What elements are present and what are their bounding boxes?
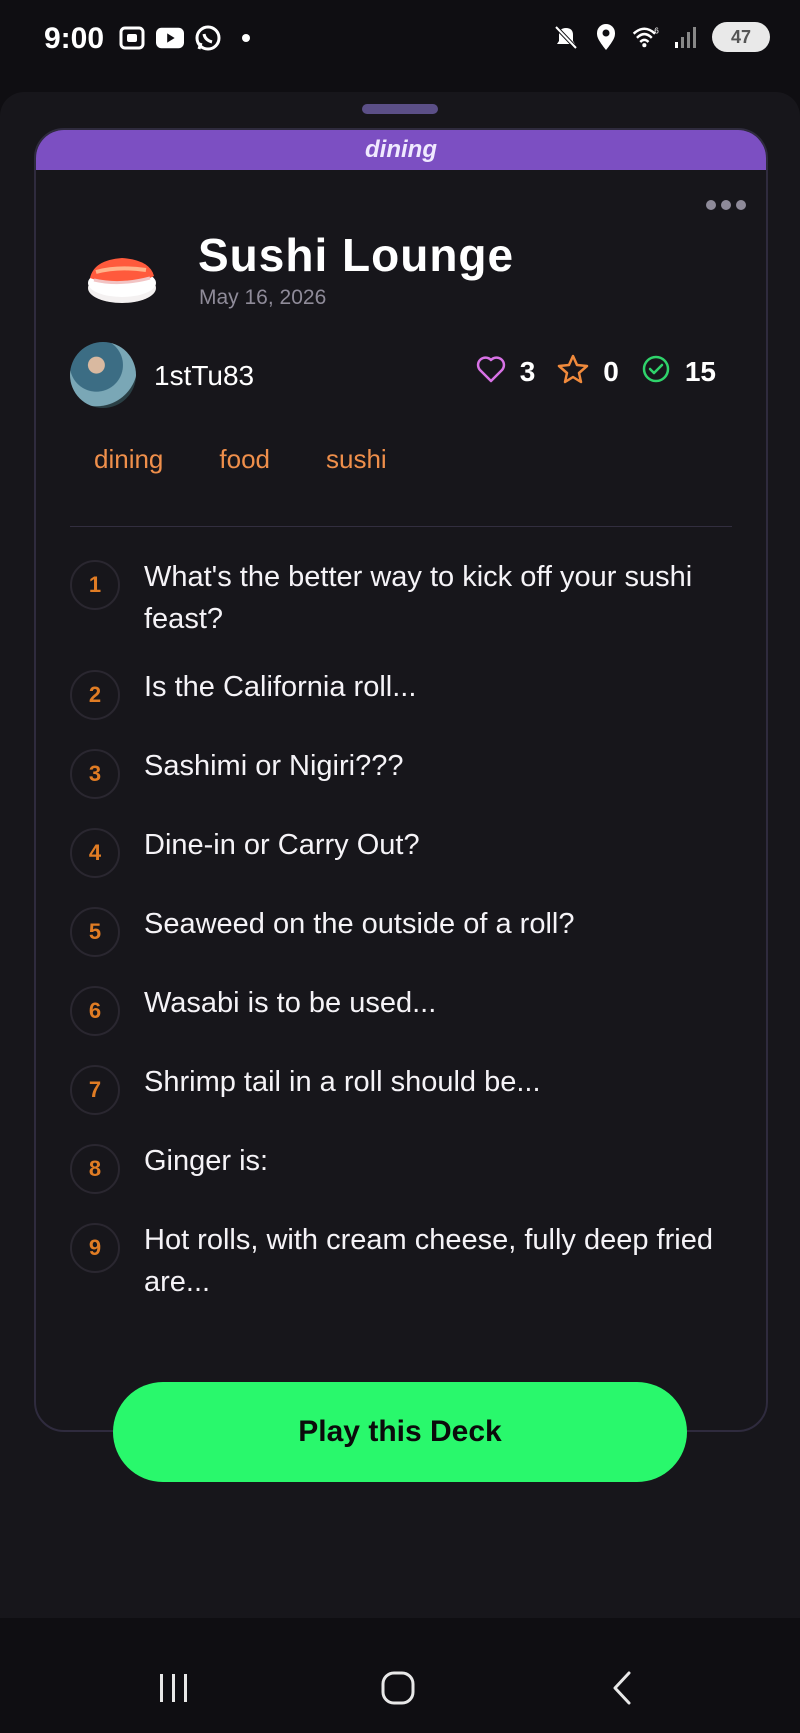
tag-sushi[interactable]: sushi bbox=[326, 444, 387, 475]
battery-icon: 47 bbox=[712, 22, 770, 52]
list-item[interactable]: 2 Is the California roll... bbox=[70, 666, 714, 720]
question-text: Ginger is: bbox=[144, 1145, 269, 1177]
more-options-icon[interactable] bbox=[706, 200, 746, 210]
svg-text:6: 6 bbox=[654, 27, 659, 36]
list-item[interactable]: 9 Hot rolls, with cream cheese, fully de… bbox=[70, 1219, 714, 1303]
navigation-bar bbox=[0, 1618, 800, 1733]
list-item[interactable]: 6 Wasabi is to be used... bbox=[70, 982, 714, 1036]
question-text: What's the better way to kick off your s… bbox=[144, 561, 693, 635]
divider bbox=[70, 526, 732, 527]
dot-icon bbox=[232, 24, 260, 52]
question-text: Wasabi is to be used... bbox=[144, 987, 437, 1019]
question-text: Seaweed on the outside of a roll? bbox=[144, 908, 575, 940]
deck-card: dining Sushi Lounge May 16, 2026 1stTu83… bbox=[34, 128, 768, 1432]
likes-stat[interactable]: 3 bbox=[476, 355, 536, 388]
heart-icon bbox=[476, 355, 506, 388]
mute-icon bbox=[552, 23, 580, 51]
question-text: Hot rolls, with cream cheese, fully deep… bbox=[144, 1224, 713, 1298]
avatar[interactable] bbox=[70, 342, 136, 408]
status-bar: 9:00 6 47 bbox=[0, 0, 800, 86]
completed-stat[interactable]: 15 bbox=[641, 354, 716, 389]
question-text: Sashimi or Nigiri??? bbox=[144, 750, 404, 782]
question-number: 1 bbox=[70, 560, 120, 610]
drag-handle[interactable] bbox=[362, 104, 438, 114]
list-item[interactable]: 4 Dine-in or Carry Out? bbox=[70, 824, 714, 878]
tag-food[interactable]: food bbox=[219, 444, 270, 475]
tag-dining[interactable]: dining bbox=[94, 444, 163, 475]
stars-count: 0 bbox=[603, 355, 619, 387]
status-right-icons: 6 47 bbox=[552, 22, 770, 52]
question-number: 6 bbox=[70, 986, 120, 1036]
author-name[interactable]: 1stTu83 bbox=[154, 360, 254, 392]
play-deck-button[interactable]: Play this Deck bbox=[113, 1382, 687, 1482]
sushi-icon bbox=[80, 236, 164, 308]
question-number: 5 bbox=[70, 907, 120, 957]
recent-apps-icon[interactable] bbox=[150, 1668, 198, 1708]
deck-stats: 3 0 15 bbox=[464, 354, 716, 389]
wifi-icon: 6 bbox=[632, 23, 660, 51]
list-item[interactable]: 1 What's the better way to kick off your… bbox=[70, 556, 714, 640]
list-item[interactable]: 8 Ginger is: bbox=[70, 1140, 714, 1194]
question-text: Dine-in or Carry Out? bbox=[144, 829, 420, 861]
stars-stat[interactable]: 0 bbox=[557, 354, 619, 389]
check-circle-icon bbox=[641, 354, 671, 389]
completed-count: 15 bbox=[684, 355, 716, 387]
youtube-icon bbox=[156, 24, 184, 52]
status-time: 9:00 bbox=[44, 22, 105, 55]
question-number: 7 bbox=[70, 1065, 120, 1115]
question-number: 8 bbox=[70, 1144, 120, 1194]
home-icon[interactable] bbox=[374, 1668, 422, 1708]
star-icon bbox=[557, 354, 589, 389]
whatsapp-icon bbox=[194, 24, 222, 52]
question-number: 4 bbox=[70, 828, 120, 878]
back-icon[interactable] bbox=[598, 1668, 646, 1708]
battery-level: 47 bbox=[730, 26, 752, 47]
status-left-icons bbox=[118, 24, 260, 52]
question-text: Shrimp tail in a roll should be... bbox=[144, 1066, 541, 1098]
signal-icon bbox=[672, 23, 700, 51]
deck-title: Sushi Lounge bbox=[198, 229, 515, 281]
screen-record-icon bbox=[118, 24, 146, 52]
question-number: 3 bbox=[70, 749, 120, 799]
list-item[interactable]: 3 Sashimi or Nigiri??? bbox=[70, 745, 714, 799]
deck-date: May 16, 2026 bbox=[199, 286, 327, 309]
question-number: 9 bbox=[70, 1223, 120, 1273]
question-number: 2 bbox=[70, 670, 120, 720]
category-banner: dining bbox=[36, 130, 766, 170]
likes-count: 3 bbox=[519, 355, 536, 387]
question-text: Is the California roll... bbox=[144, 671, 417, 703]
tag-list: dining food sushi bbox=[94, 444, 387, 475]
list-item[interactable]: 5 Seaweed on the outside of a roll? bbox=[70, 903, 714, 957]
location-icon bbox=[592, 23, 620, 51]
list-item[interactable]: 7 Shrimp tail in a roll should be... bbox=[70, 1061, 714, 1115]
